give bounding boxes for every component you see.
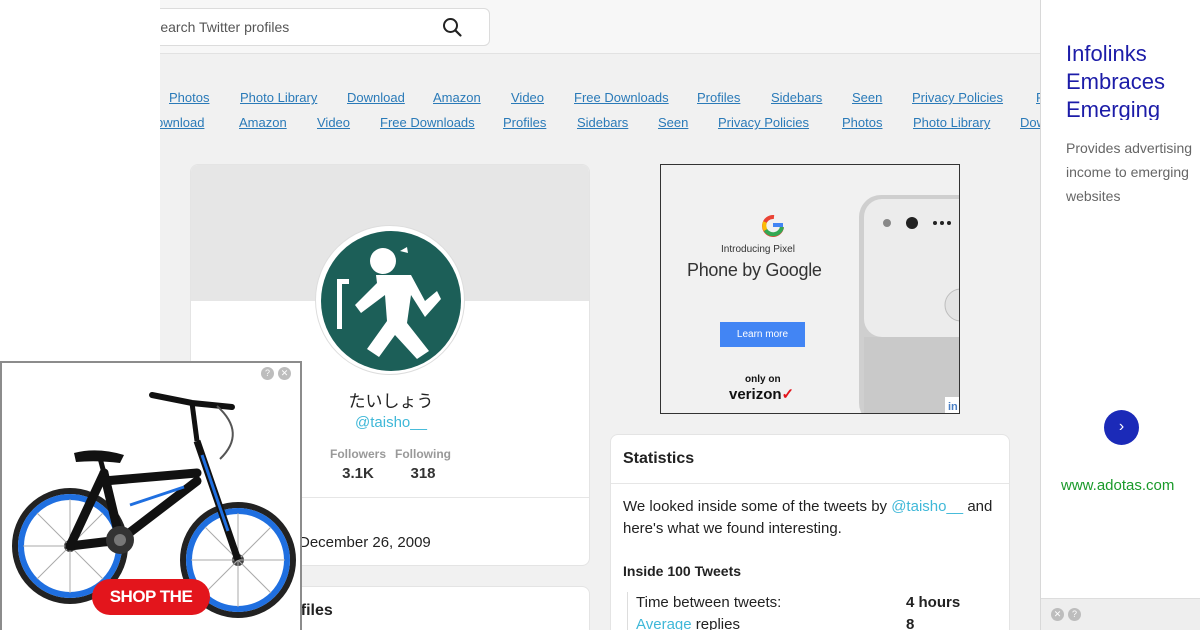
ad-description: Provides advertising income to emerging … (1066, 140, 1193, 204)
nav-links-row-2: ownload Amazon Video Free Downloads Prof… (160, 115, 1040, 135)
avatar[interactable] (315, 225, 465, 375)
nav-link-video[interactable]: Video (511, 90, 544, 105)
nav-link-photos[interactable]: Photos (169, 90, 209, 105)
shop-the-sale-button[interactable]: SHOP THE SALE (92, 579, 210, 630)
nav-link-photo-library[interactable]: Photo Library (240, 90, 317, 105)
inside-tweets-title: Inside 100 Tweets (623, 563, 742, 579)
chevron-right-icon[interactable]: › (1104, 410, 1139, 445)
ad-title[interactable]: Infolinks Embraces Emerging (1066, 40, 1196, 120)
top-bar (160, 0, 1040, 54)
average-link[interactable]: Average (636, 616, 692, 630)
nav-link-truncated[interactable]: Dow (1020, 115, 1040, 130)
nav-link-free-downloads[interactable]: Free Downloads (380, 115, 475, 130)
google-pixel-ad[interactable]: in Introducing Pixel Phone by Google Lea… (660, 164, 960, 414)
carrier-name: verizon (729, 386, 782, 403)
stat-row: Time between tweets: 4 hours (636, 592, 997, 614)
ad-controls: ✕ ? (1041, 598, 1200, 630)
divider (611, 483, 1009, 484)
statistics-list: Time between tweets: 4 hours Average rep… (627, 592, 997, 630)
stat-value: 4 hours (906, 594, 961, 611)
intro-text: We looked inside some of the tweets by (623, 498, 892, 515)
search-box (160, 8, 490, 46)
ad-url[interactable]: www.adotas.com (1061, 477, 1174, 494)
nav-link-profiles[interactable]: Profiles (503, 115, 546, 130)
nav-link-amazon[interactable]: Amazon (239, 115, 287, 130)
joined-date: December 26, 2009 (299, 534, 431, 551)
running-figure-icon (337, 247, 441, 359)
following-label: Following (395, 447, 451, 461)
nav-link-video[interactable]: Video (317, 115, 350, 130)
search-input[interactable] (160, 9, 441, 45)
close-icon[interactable]: ✕ (278, 367, 291, 380)
bike-ad[interactable]: ? ✕ SHOP THE (0, 361, 302, 630)
nav-link-sidebars[interactable]: Sidebars (771, 90, 822, 105)
nav-link-privacy-policies[interactable]: Privacy Policies (912, 90, 1003, 105)
close-icon[interactable]: ✕ (1051, 608, 1064, 621)
stat-label: Average replies (636, 616, 740, 630)
nav-link-download[interactable]: Download (347, 90, 405, 105)
avatar-image (321, 231, 461, 371)
statistics-intro: We looked inside some of the tweets by @… (623, 496, 1003, 540)
help-icon[interactable]: ? (1068, 608, 1081, 621)
nav-link-photo-library[interactable]: Photo Library (913, 115, 990, 130)
nav-link-profiles[interactable]: Profiles (697, 90, 740, 105)
google-ad-artwork: in (661, 165, 959, 413)
help-icon[interactable]: ? (261, 367, 274, 380)
ad-only-on: only on (745, 374, 781, 385)
nav-link-seen[interactable]: Seen (852, 90, 882, 105)
nav-links-row-1: Photos Photo Library Download Amazon Vid… (160, 90, 1040, 110)
nav-link-sidebars[interactable]: Sidebars (577, 115, 628, 130)
stat-value: 8 (906, 616, 915, 630)
statistics-card: Statistics We looked inside some of the … (610, 434, 1010, 630)
verizon-logo: verizon✓ (729, 386, 795, 403)
svg-text:in: in (948, 401, 958, 413)
stat-row: Average replies 8 (636, 614, 997, 630)
ad-intro: Introducing Pixel (721, 244, 795, 255)
nav-link-download[interactable]: ownload (160, 115, 204, 130)
search-icon[interactable] (441, 16, 463, 38)
stat-label: Time between tweets: (636, 594, 782, 611)
statistics-title: Statistics (623, 450, 695, 467)
handle-link[interactable]: @taisho__ (891, 498, 963, 515)
nav-link-photos[interactable]: Photos (842, 115, 882, 130)
followers-count: 3.1K (342, 465, 374, 482)
infolinks-ad-panel[interactable]: Infolinks Embraces Emerging Provides adv… (1040, 0, 1200, 630)
stat-label-text: replies (691, 616, 740, 630)
nav-link-amazon[interactable]: Amazon (433, 90, 481, 105)
nav-link-seen[interactable]: Seen (658, 115, 688, 130)
following-count: 318 (410, 465, 436, 482)
nav-link-privacy-policies[interactable]: Privacy Policies (718, 115, 809, 130)
followers-label: Followers (329, 447, 386, 461)
nav-link-free-downloads[interactable]: Free Downloads (574, 90, 669, 105)
ad-headline: Phone by Google (687, 260, 822, 280)
learn-more-button[interactable]: Learn more (720, 322, 805, 347)
